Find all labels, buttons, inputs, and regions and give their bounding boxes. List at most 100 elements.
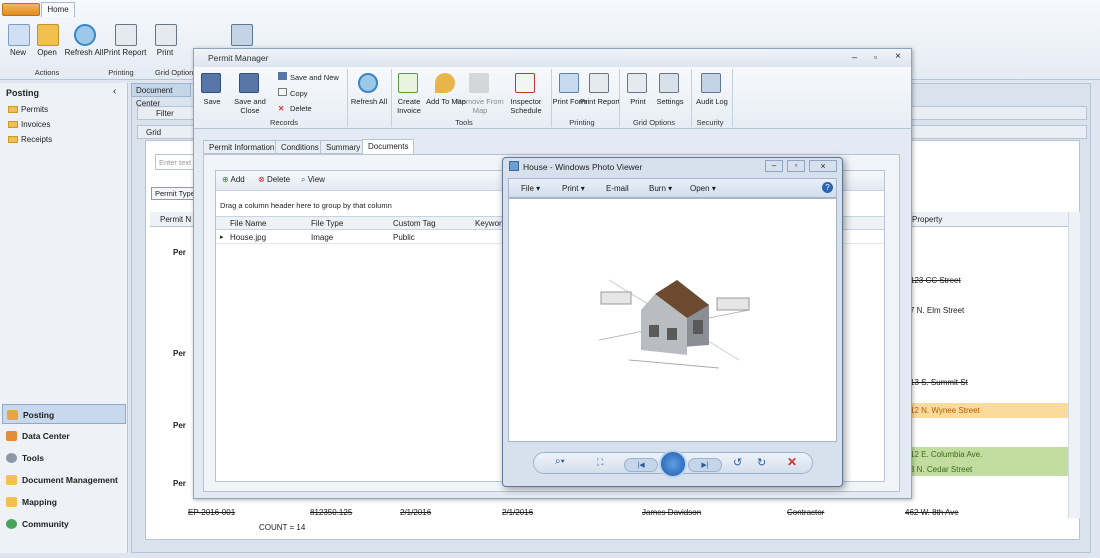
permit-manager-title: Permit Manager <box>194 49 911 67</box>
property-cell: 12 E. Columbia Ave. <box>910 450 983 459</box>
printer-icon <box>155 24 177 46</box>
app-menu-button[interactable] <box>2 3 40 16</box>
group-grid-options-label: Grid Options <box>632 118 676 127</box>
group-row-label[interactable]: Per <box>173 349 186 358</box>
house-picture-icon <box>598 279 750 369</box>
group-actions-label: Actions <box>34 68 60 77</box>
delete-icon[interactable]: ✕ <box>787 455 797 469</box>
rotate-left-icon[interactable]: ↺ <box>733 456 742 469</box>
nav-item-invoices[interactable]: Invoices <box>8 120 50 129</box>
maximize-icon[interactable]: ▫ <box>787 160 805 172</box>
doc-delete-button[interactable]: ⊗ Delete <box>258 175 290 184</box>
doc-custom-tag: Public <box>393 233 415 242</box>
data-center-icon <box>6 431 17 441</box>
cell: 812350.125 <box>310 508 353 517</box>
group-row-label[interactable]: Per <box>173 421 186 430</box>
nav-item-receipts[interactable]: Receipts <box>8 135 52 144</box>
tab-summary[interactable]: Summary <box>320 140 367 154</box>
tab-document-center[interactable]: Document Center <box>131 83 191 108</box>
menu-burn[interactable]: Burn ▾ <box>649 184 672 193</box>
photo-viewer-app-icon <box>509 161 519 171</box>
folder-icon <box>8 136 18 143</box>
refresh-icon <box>74 24 96 46</box>
save-close-icon <box>239 73 259 93</box>
doc-view-button[interactable]: ⌕ View <box>301 175 325 185</box>
delete-button[interactable]: ✕ Delete <box>278 104 312 113</box>
tab-documents[interactable]: Documents <box>362 139 415 155</box>
doc-file-type: Image <box>311 233 334 242</box>
group-chip-permit-type[interactable]: Permit Type <box>151 187 197 200</box>
settings-button[interactable]: Settings <box>652 69 688 117</box>
tab-home[interactable]: Home <box>41 2 75 17</box>
menu-email[interactable]: E-mail <box>606 184 629 193</box>
cell: 2/1/2016 <box>502 508 534 517</box>
menu-open[interactable]: Open ▾ <box>690 184 716 193</box>
create-invoice-button[interactable]: Create Invoice <box>391 69 427 117</box>
settings-icon <box>659 73 679 93</box>
grid-print-button[interactable]: Print <box>620 69 656 117</box>
nav-section-data-center[interactable]: Data Center <box>2 426 126 446</box>
separator <box>732 69 733 127</box>
nav-item-permits[interactable]: Permits <box>8 105 48 114</box>
minimize-icon[interactable]: – <box>852 52 857 62</box>
menu-print[interactable]: Print ▾ <box>562 184 585 193</box>
save-and-close-button[interactable]: Save and Close <box>232 69 268 117</box>
col-file-name[interactable]: File Name <box>230 219 266 228</box>
group-row-label[interactable]: Per <box>173 479 186 488</box>
previous-icon[interactable]: |◀ <box>624 458 658 472</box>
menu-file[interactable]: File ▾ <box>521 184 540 193</box>
group-printing-label: Printing <box>569 118 595 127</box>
rotate-right-icon[interactable]: ↻ <box>757 456 766 469</box>
dropdown-icon: ▾ <box>536 184 541 193</box>
close-icon[interactable]: × <box>895 51 901 62</box>
group-row-label[interactable]: Per <box>173 248 186 257</box>
dropdown-icon: ▾ <box>580 184 585 193</box>
col-custom-tag[interactable]: Custom Tag <box>393 219 436 228</box>
maximize-icon[interactable]: ▫ <box>874 52 877 62</box>
col-property[interactable]: Property <box>912 215 942 224</box>
save-and-new-button[interactable]: Save and New <box>278 72 339 82</box>
nav-section-community[interactable]: Community <box>2 514 126 534</box>
help-icon[interactable]: ? <box>822 182 833 193</box>
doc-file-name[interactable]: House.jpg <box>230 233 266 242</box>
inspector-schedule-button[interactable]: Inspector Schedule <box>508 69 544 117</box>
cell: EP-2016-001 <box>188 508 236 517</box>
property-cell: 13 S. Summit St <box>910 378 968 387</box>
nav-section-document-management[interactable]: Document Management <box>2 470 126 490</box>
calendar-icon <box>515 73 535 93</box>
posting-icon <box>7 410 18 420</box>
refresh-all-button[interactable]: Refresh All <box>351 69 387 117</box>
col-permit-number[interactable]: Permit N <box>160 215 191 224</box>
doc-add-button[interactable]: ⊕ Add <box>222 175 245 184</box>
next-icon[interactable]: ▶| <box>688 458 722 472</box>
new-icon <box>8 24 30 46</box>
save-button[interactable]: Save <box>194 69 230 117</box>
document-folder-icon <box>6 475 17 485</box>
print-report-button[interactable]: Print Report <box>580 69 620 117</box>
zoom-icon[interactable]: ⌕▾ <box>555 456 565 467</box>
audit-log-button[interactable]: Audit Log <box>694 69 730 117</box>
save-new-icon <box>278 72 287 80</box>
col-file-type[interactable]: File Type <box>311 219 343 228</box>
close-icon[interactable]: × <box>809 160 837 172</box>
nav-section-mapping[interactable]: Mapping <box>2 492 126 512</box>
slideshow-icon[interactable] <box>659 450 687 478</box>
remove-from-map-button[interactable]: Remove From Map <box>456 69 504 117</box>
folder-icon <box>8 106 18 113</box>
folder-open-icon <box>37 24 59 46</box>
grid-vertical-scrollbar[interactable] <box>1068 212 1080 518</box>
group-tools-label: Tools <box>455 118 473 127</box>
copy-button[interactable]: Copy <box>278 88 308 98</box>
cell: 2/1/2016 <box>400 508 432 517</box>
nav-section-tools[interactable]: Tools <box>2 448 126 468</box>
minimize-icon[interactable]: – <box>765 160 783 172</box>
tab-permit-information[interactable]: Permit Information <box>203 140 281 154</box>
tab-conditions[interactable]: Conditions <box>275 140 325 154</box>
view-icon: ⌕ <box>301 175 306 184</box>
nav-section-posting[interactable]: Posting <box>2 404 126 424</box>
map-folder-icon <box>6 497 17 507</box>
dropdown-icon: ▾ <box>668 184 673 193</box>
collapse-icon[interactable]: ‹ <box>113 86 116 97</box>
actual-size-icon[interactable]: ⛶ <box>597 457 603 468</box>
globe-icon <box>6 519 17 529</box>
